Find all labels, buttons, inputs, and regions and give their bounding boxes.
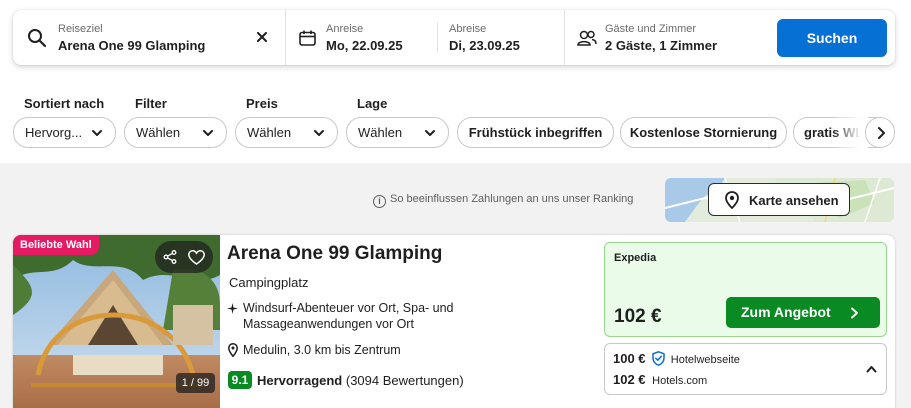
chip-free-cancellation[interactable]: Kostenlose Stornierung [620,117,787,148]
guests-icon [577,30,597,46]
offer-row: 102 € Hotels.com [613,372,707,387]
guests-field[interactable]: Gäste und Zimmer 2 Gäste, 1 Zimmer [565,10,775,65]
chevron-up-icon[interactable] [866,365,877,373]
rating-summary[interactable]: Hervorragend (3094 Bewertungen) [257,373,464,388]
hotel-card[interactable]: Beliebte Wahl 1 / 99 Arena One 99 Glampi… [13,235,895,408]
guests-label: Gäste und Zimmer [605,23,697,35]
view-deal-label: Zum Angebot [741,304,831,320]
chevron-right-icon [878,127,885,139]
chevron-down-icon [203,130,213,136]
chevron-down-icon [92,130,102,136]
sparkle-icon [227,303,238,314]
view-map-button[interactable]: Karte ansehen [708,183,850,216]
clear-icon[interactable] [257,32,267,42]
view-map-label: Karte ansehen [749,193,839,208]
filter-dropdown[interactable]: Wählen [124,117,227,148]
map-pin-icon [725,191,739,209]
hotel-name[interactable]: Arena One 99 Glamping [227,243,442,265]
search-bar: Reiseziel Arena One 99 Glamping Anreise … [13,10,895,65]
filter-value: Wählen [136,125,181,140]
search-icon [28,29,47,48]
chevron-down-icon [425,130,435,136]
photo-counter: 1 / 99 [176,373,215,393]
location-pin-icon [228,343,238,357]
chevron-down-icon [314,130,324,136]
heart-icon[interactable] [188,250,205,265]
guests-value: 2 Gäste, 1 Zimmer [605,38,717,53]
rating-count: (3094 Bewertungen) [345,373,464,388]
destination-label: Reiseziel [58,23,103,35]
offer-row: 100 € Hotelwebseite [613,351,740,367]
filter-label: Filter [135,96,167,111]
checkin-field[interactable]: Anreise Mo, 22.09.25 [286,10,438,65]
offer-price: 102 € [613,372,646,387]
sort-dropdown[interactable]: Hervorg... [13,117,116,148]
checkin-value: Mo, 22.09.25 [326,38,403,53]
sort-value: Hervorg... [25,125,83,140]
rating-word: Hervorragend [257,373,343,388]
checkout-label: Abreise [449,23,487,35]
ranking-text: So beeinflussen Zahlungen an uns unser R… [390,193,634,205]
hotel-location: Medulin, 3.0 km bis Zentrum [243,343,401,357]
rating-score: 9.1 [228,371,252,389]
hotel-feature: Windsurf-Abenteuer vor Ort, Spa- und Mas… [243,301,454,331]
chip-label: Kostenlose Stornierung [629,125,778,140]
location-dropdown[interactable]: Wählen [346,117,449,148]
location-value: Wählen [358,125,403,140]
calendar-icon [299,30,316,46]
checkin-label: Anreise [326,23,364,35]
chip-breakfast[interactable]: Frühstück inbegriffen [457,117,614,148]
top-deal[interactable]: Expedia 102 € Zum Angebot [604,242,887,337]
destination-value: Arena One 99 Glamping [58,38,206,53]
deal-price: 102 € [614,306,662,327]
offer-source: Hotelwebseite [670,354,740,366]
view-deal-button[interactable]: Zum Angebot [726,297,880,328]
other-offers[interactable]: 100 € Hotelwebseite 102 € Hotels.com [604,343,887,395]
photo-actions [155,241,213,273]
offer-source: Hotels.com [652,375,708,387]
hotel-type: Campingplatz [229,275,309,290]
popular-badge: Beliebte Wahl [13,235,99,255]
checkout-field[interactable]: Abreise Di, 23.09.25 [438,10,564,65]
deal-provider: Expedia [614,252,657,264]
sort-label: Sortiert nach [24,96,105,111]
price-dropdown[interactable]: Wählen [235,117,338,148]
scroll-right-button[interactable] [865,117,895,148]
chevron-right-icon [851,307,858,319]
search-button[interactable]: Suchen [777,19,887,57]
location-label: Lage [357,96,388,111]
checkout-value: Di, 23.09.25 [449,38,520,53]
chip-label: Frühstück inbegriffen [468,125,603,140]
destination-field[interactable]: Reiseziel Arena One 99 Glamping [13,10,285,65]
ranking-notice[interactable]: i So beeinflussen Zahlungen an uns unser … [373,193,633,208]
scroll-fade [832,117,868,148]
share-icon[interactable] [163,250,177,264]
offer-price: 100 € [613,351,646,366]
verified-shield-icon [652,351,665,367]
price-value: Wählen [247,125,292,140]
hotel-photo[interactable]: Beliebte Wahl 1 / 99 [13,235,220,408]
info-icon: i [373,195,386,208]
price-label: Preis [246,96,278,111]
